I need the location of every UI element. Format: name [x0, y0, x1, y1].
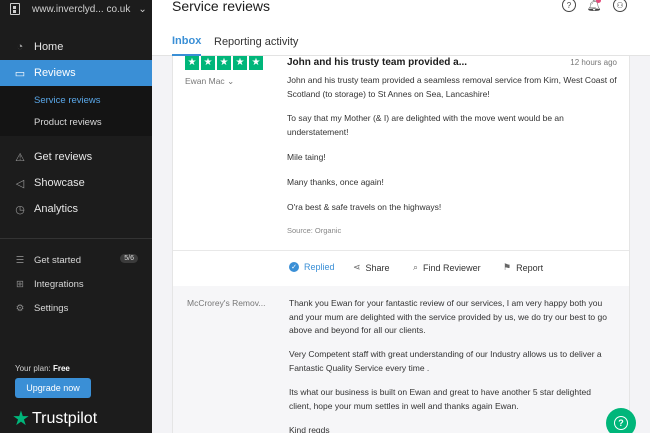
- analytics-icon: ◷: [15, 203, 25, 216]
- reply-paragraph: Its what our business is built on Ewan a…: [289, 387, 591, 411]
- reply-section: McCrorey's Remov... Thank you Ewan for y…: [173, 286, 629, 433]
- sidebar-item-reviews[interactable]: ▭ Reviews: [0, 60, 152, 86]
- tab-reporting-activity[interactable]: Reporting activity: [214, 28, 298, 56]
- help-chat-button[interactable]: ?: [606, 408, 636, 433]
- site-name: www.inverclyd... co.uk: [32, 3, 131, 15]
- reviewer-name[interactable]: Ewan Mac ⌄: [185, 76, 234, 87]
- star-icon: ★: [233, 56, 247, 70]
- action-label: Share: [365, 262, 390, 273]
- plan-label: Your plan: Free: [15, 364, 70, 373]
- action-label: Report: [516, 262, 544, 273]
- review-paragraph: O'ra best & safe travels on the highways…: [287, 202, 442, 212]
- reply-paragraph: Very Competent staff with great understa…: [289, 349, 602, 373]
- sidebar-item-label: Reviews: [34, 67, 76, 79]
- star-icon: ★: [217, 56, 231, 70]
- dashboard-icon: ◔: [16, 41, 24, 53]
- user-icon[interactable]: ⚇: [613, 0, 627, 12]
- reply-paragraph: Kind regds: [289, 425, 330, 433]
- upgrade-button[interactable]: Upgrade now: [15, 378, 91, 398]
- sidebar: www.inverclyd... co.uk ⌄ ◔ Home ▭ Review…: [0, 0, 152, 433]
- sidebar-item-label: Analytics: [34, 203, 79, 215]
- review-paragraph: Mile taing!: [287, 152, 326, 162]
- progress-badge: 5/6: [120, 254, 138, 263]
- sidebar-item-label: Get started: [34, 254, 81, 266]
- action-label: Replied: [304, 262, 335, 272]
- logo-text: Trustpilot: [31, 410, 98, 427]
- find-reviewer-button[interactable]: ⌕ Find Reviewer: [413, 262, 481, 273]
- chevron-down-icon: ⌄: [227, 76, 235, 86]
- sidebar-item-settings[interactable]: ⚙ Settings: [0, 297, 152, 319]
- chevron-down-icon: ⌄: [138, 3, 147, 15]
- integrations-icon: ⊞: [16, 278, 24, 290]
- review-title: John and his trusty team provided a...: [287, 57, 468, 68]
- check-circle-icon: ✓: [289, 262, 299, 272]
- sidebar-subitem-service-reviews[interactable]: Service reviews: [0, 89, 152, 111]
- sidebar-divider: [0, 238, 152, 239]
- megaphone-icon: ⚠: [15, 151, 25, 164]
- review-timestamp: 12 hours ago: [570, 58, 617, 67]
- report-button[interactable]: ⚑ Report: [503, 262, 543, 273]
- flag-icon: ⚑: [503, 262, 512, 272]
- sidebar-item-label: Integrations: [34, 278, 84, 290]
- find-user-icon: ⌕: [413, 262, 419, 272]
- star-icon: ★: [249, 56, 263, 70]
- page-title: Service reviews: [172, 0, 271, 14]
- star-icon: ★: [201, 56, 215, 70]
- sidebar-item-label: Showcase: [34, 177, 85, 189]
- sidebar-item-home[interactable]: ◔ Home: [0, 34, 152, 60]
- divider: [173, 250, 629, 251]
- sidebar-item-label: Get reviews: [34, 151, 93, 163]
- sidebar-subitem-product-reviews[interactable]: Product reviews: [0, 111, 152, 133]
- sidebar-item-analytics[interactable]: ◷ Analytics: [0, 196, 152, 222]
- star-icon: ★: [185, 56, 199, 70]
- checklist-icon: ☰: [15, 254, 25, 266]
- share-icon: ⋖: [353, 262, 361, 272]
- sidebar-item-get-started[interactable]: ☰ Get started 5/6: [0, 249, 152, 271]
- plan-name: Free: [52, 364, 70, 373]
- review-paragraph: To say that my Mother (& I) are delighte…: [287, 113, 564, 137]
- review-paragraph: John and his trusty team provided a seam…: [287, 75, 617, 99]
- replied-button[interactable]: ✓ Replied: [289, 262, 335, 272]
- site-selector[interactable]: www.inverclyd... co.uk ⌄: [0, 0, 152, 18]
- action-label: Find Reviewer: [423, 262, 481, 273]
- sidebar-subitem-label: Service reviews: [34, 94, 101, 106]
- review-source: Source: Organic: [287, 226, 342, 235]
- reply-author: McCrorey's Remov...: [187, 298, 266, 308]
- review-card: ★ ★ ★ ★ ★ Ewan Mac ⌄ John and his trusty…: [172, 56, 630, 433]
- sidebar-item-label: Settings: [34, 302, 69, 314]
- star-rating: ★ ★ ★ ★ ★: [185, 56, 263, 70]
- building-icon: [10, 3, 20, 15]
- reviewer-label: Ewan Mac: [185, 76, 225, 86]
- review-paragraph: Many thanks, once again!: [287, 177, 384, 187]
- reply-paragraph: Thank you Ewan for your fantastic review…: [289, 298, 607, 335]
- showcase-icon: ◁: [15, 177, 25, 190]
- trustpilot-logo: ★ Trustpilot: [12, 409, 97, 429]
- plan-prefix: Your plan:: [15, 364, 51, 373]
- sidebar-item-get-reviews[interactable]: ⚠ Get reviews: [0, 144, 152, 170]
- share-button[interactable]: ⋖ Share: [353, 262, 390, 273]
- sidebar-item-integrations[interactable]: ⊞ Integrations: [0, 273, 152, 295]
- help-icon[interactable]: ?: [562, 0, 576, 12]
- tab-inbox[interactable]: Inbox: [172, 28, 202, 56]
- sidebar-item-label: Home: [34, 41, 64, 53]
- star-icon: ★: [12, 408, 30, 430]
- gear-icon: ⚙: [15, 302, 25, 314]
- inbox-icon: ▭: [14, 67, 26, 80]
- sidebar-item-showcase[interactable]: ◁ Showcase: [0, 170, 152, 196]
- page-header: Service reviews ? 🔔︎ ⚇ Inbox Reporting a…: [152, 0, 650, 56]
- question-icon: ?: [614, 416, 628, 430]
- sidebar-subitem-label: Product reviews: [34, 116, 102, 128]
